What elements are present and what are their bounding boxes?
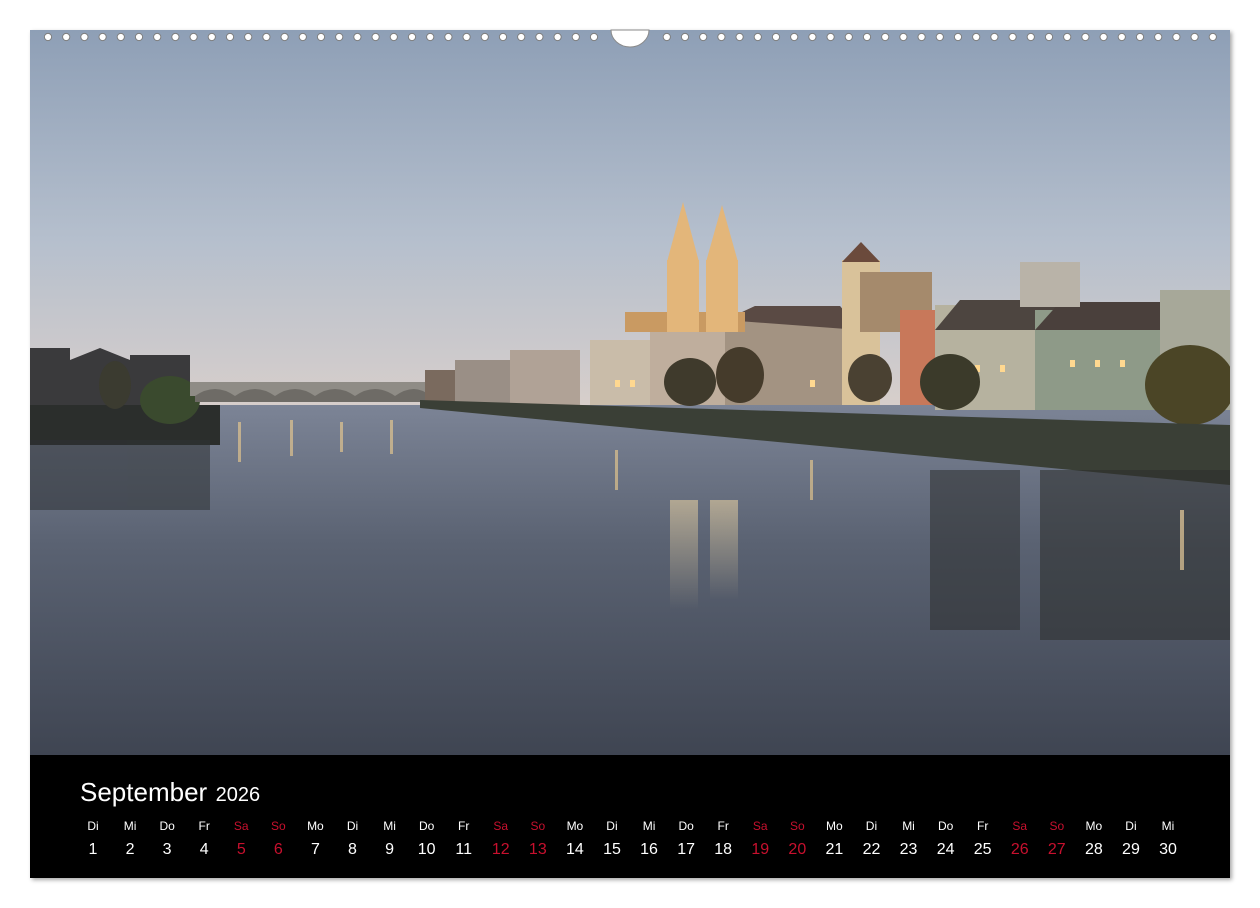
day-number: 8: [348, 841, 357, 858]
day-number: 10: [417, 841, 436, 858]
day-number: 21: [825, 841, 844, 858]
day-number: 19: [751, 841, 770, 858]
day-number: 7: [310, 841, 320, 858]
weekday-label: So: [1049, 819, 1065, 833]
weekday-label: Mo: [1085, 819, 1103, 833]
photo-regensburg-riverfront: [30, 30, 1230, 755]
day-number: 1: [88, 841, 98, 858]
weekday-label: Di: [87, 819, 99, 833]
day-number: 30: [1159, 841, 1177, 858]
calendar-page: September 2026 Di 1 Mi 2 Do 3 Fr 4 Sa 5 So 6 Mo 7 Di 8 M…: [30, 30, 1230, 878]
weekday-label: Di: [1125, 819, 1137, 833]
day-number: 23: [899, 841, 918, 858]
weekday-label: Mo: [566, 819, 584, 833]
weekday-label: Do: [678, 819, 694, 833]
weekday-label: Fr: [198, 819, 210, 833]
weekday-label: Do: [159, 819, 175, 833]
day-number: 17: [677, 841, 695, 858]
weekday-label: Mo: [826, 819, 843, 833]
day-number: 25: [973, 841, 992, 858]
weekday-label: Do: [937, 819, 954, 833]
weekday-label: Mo: [307, 819, 324, 833]
day-number: 4: [199, 841, 209, 858]
day-number: 12: [491, 841, 510, 858]
day-number: 22: [862, 841, 881, 858]
weekday-label: Mi: [383, 819, 396, 833]
weekday-label: Sa: [1012, 819, 1028, 833]
day-number: 18: [714, 841, 733, 858]
weekday-label: Mi: [642, 819, 656, 833]
day-number: 5: [236, 841, 246, 858]
day-number: 11: [455, 841, 472, 858]
weekday-label: Fr: [977, 819, 989, 833]
weekday-label: Sa: [233, 819, 249, 833]
weekday-label: Sa: [493, 819, 509, 833]
day-number: 6: [273, 841, 283, 858]
weekday-label: Do: [418, 819, 435, 833]
weekday-label: So: [530, 819, 546, 833]
day-number: 28: [1084, 841, 1103, 858]
year: 2026: [215, 784, 261, 806]
weekday-label: Di: [346, 819, 359, 833]
day-number: 16: [640, 841, 658, 858]
day-number: 15: [603, 841, 621, 858]
day-number: 20: [788, 841, 807, 858]
day-number: 29: [1122, 841, 1140, 858]
weekday-label: Di: [606, 819, 618, 833]
day-number: 2: [125, 841, 135, 858]
day-number: 14: [566, 841, 584, 858]
weekday-label: Mi: [1161, 819, 1175, 833]
weekday-label: Mi: [123, 819, 137, 833]
day-number: 3: [162, 841, 172, 858]
stone-bridge: [190, 382, 430, 402]
weekday-label: So: [789, 819, 805, 833]
calendar-strip: September 2026 Di 1 Mi 2 Do 3 Fr 4 Sa 5 So 6 Mo 7 Di 8 M…: [30, 755, 1230, 878]
weekday-label: Di: [865, 819, 878, 833]
day-number: 24: [936, 841, 955, 858]
day-number: 13: [528, 841, 547, 858]
day-number: 27: [1047, 841, 1066, 858]
weekday-label: Sa: [752, 819, 768, 833]
weekday-label: Mi: [902, 819, 915, 833]
weekday-label: Fr: [717, 819, 729, 833]
weekday-label: Fr: [458, 819, 470, 833]
month-name: September: [80, 777, 208, 807]
month-title: September 2026: [80, 777, 260, 808]
day-number: 26: [1010, 841, 1029, 858]
weekday-label: So: [271, 819, 286, 833]
day-number: 9: [385, 841, 394, 858]
